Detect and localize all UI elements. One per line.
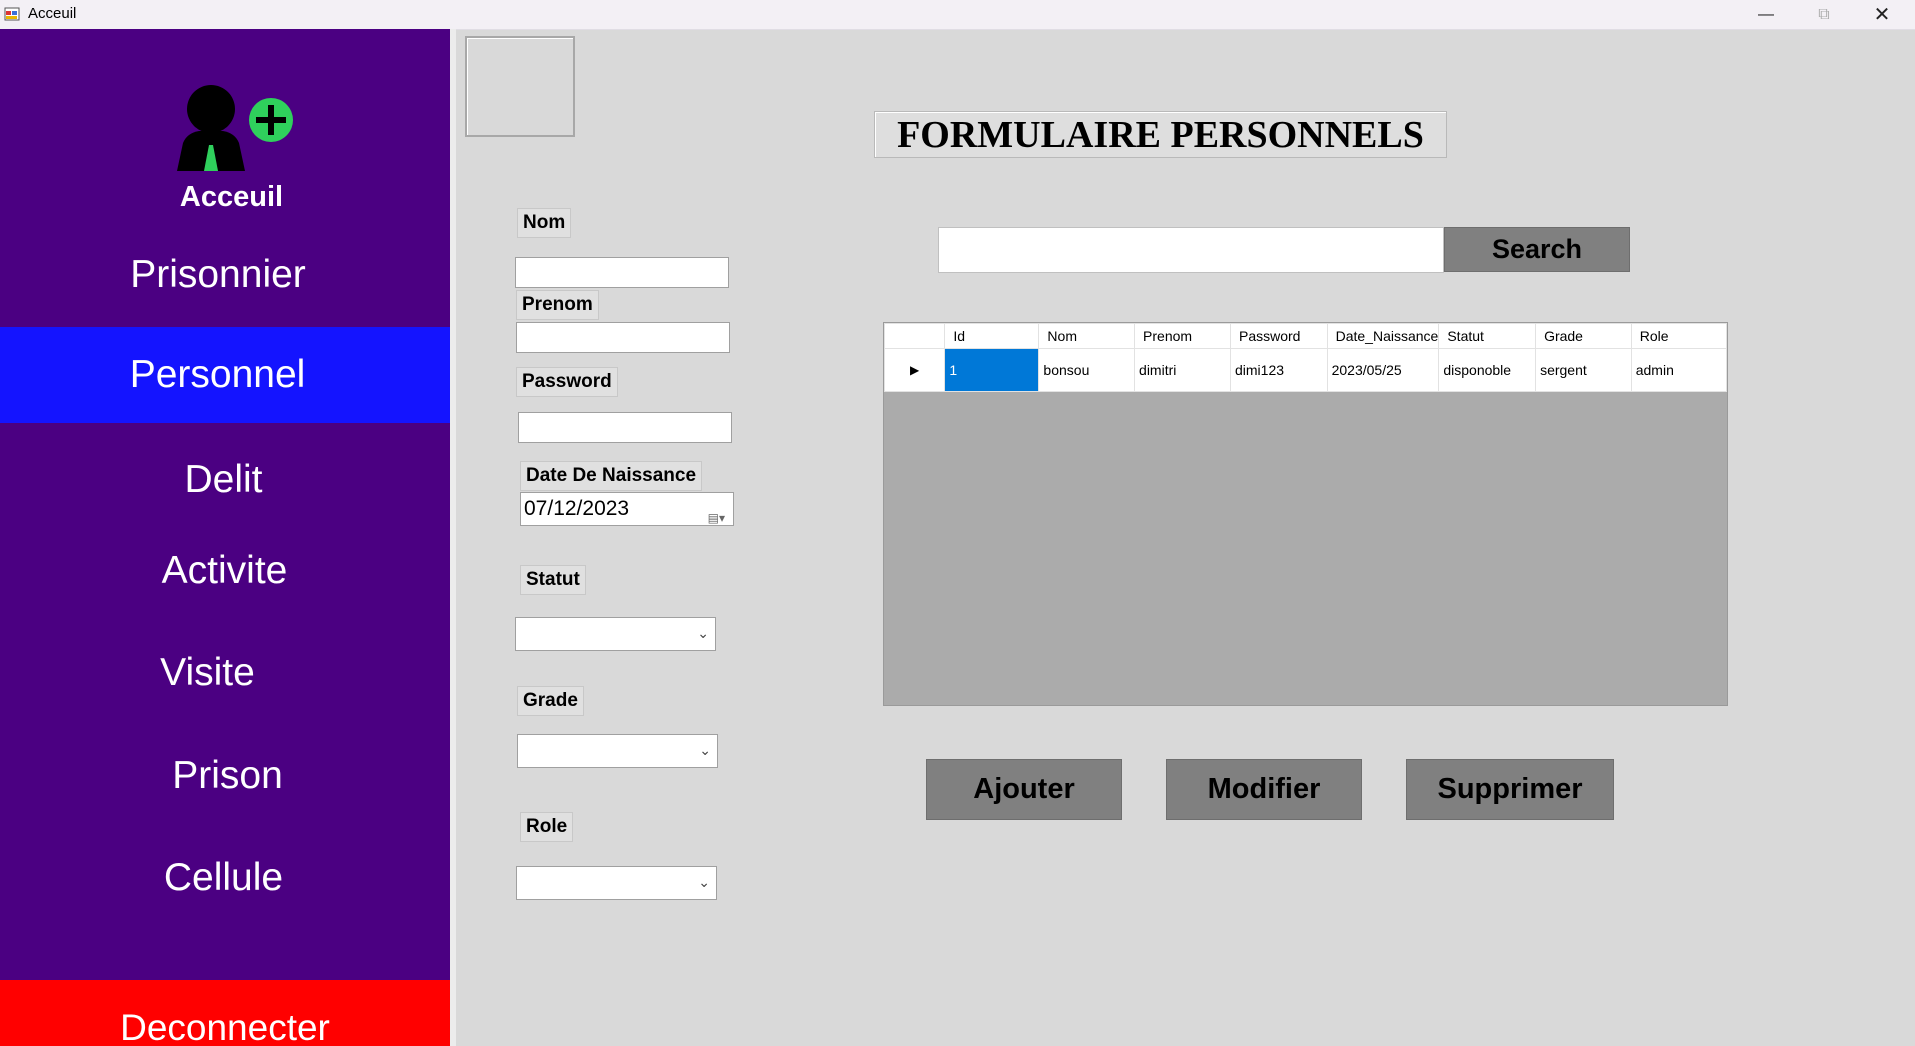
photo-box[interactable]	[465, 36, 575, 137]
table-header-row: Id Nom Prenom Password Date_Naissance St…	[883, 323, 1728, 349]
nom-input[interactable]	[515, 257, 729, 288]
app-icon	[4, 7, 20, 21]
prenom-input[interactable]	[516, 322, 730, 353]
sidebar-item-delit[interactable]: Delit	[0, 454, 447, 506]
logout-button[interactable]: Deconnecter	[0, 980, 450, 1046]
sidebar: Acceuil Prisonnier Personnel Delit Activ…	[0, 29, 456, 1046]
chevron-down-icon: ⌄	[698, 874, 710, 890]
personnel-table: Id Nom Prenom Password Date_Naissance St…	[883, 323, 1728, 392]
maximize-button[interactable]: ⧉	[1795, 0, 1853, 29]
sidebar-item-cellule[interactable]: Cellule	[0, 852, 447, 904]
sidebar-item-prison[interactable]: Prison	[0, 750, 455, 802]
table-cell[interactable]: sergent	[1535, 348, 1632, 392]
grade-select[interactable]: ⌄	[517, 734, 718, 768]
minimize-icon: —	[1758, 5, 1774, 23]
minimize-button[interactable]: —	[1737, 0, 1795, 29]
column-header[interactable]: Prenom	[1134, 323, 1231, 349]
column-header[interactable]: Grade	[1535, 323, 1632, 349]
title-bar: Acceuil — ⧉ ✕	[0, 0, 1915, 30]
personnel-grid[interactable]: Id Nom Prenom Password Date_Naissance St…	[883, 322, 1728, 706]
dob-datepicker[interactable]: 07/12/2023 ▤▾	[520, 492, 734, 526]
delete-button[interactable]: Supprimer	[1406, 759, 1614, 820]
add-user-icon[interactable]	[173, 85, 298, 175]
table-cell[interactable]: disponoble	[1438, 348, 1537, 392]
close-button[interactable]: ✕	[1853, 0, 1911, 29]
password-input[interactable]	[518, 412, 732, 443]
prenom-label: Prenom	[516, 290, 599, 320]
search-input[interactable]	[938, 227, 1444, 273]
table-cell[interactable]: admin	[1630, 348, 1728, 392]
column-header[interactable]: Statut	[1438, 323, 1537, 349]
role-select[interactable]: ⌄	[516, 866, 717, 900]
window-title: Acceuil	[28, 5, 77, 22]
statut-select[interactable]: ⌄	[515, 617, 716, 651]
sidebar-item-visite[interactable]: Visite	[0, 647, 415, 699]
chevron-down-icon: ⌄	[697, 625, 709, 641]
sidebar-item-activite[interactable]: Activite	[0, 545, 449, 597]
page-title: FORMULAIRE PERSONNELS	[874, 111, 1447, 158]
row-header-corner	[883, 323, 946, 349]
close-icon: ✕	[1873, 4, 1891, 26]
column-header[interactable]: Id	[944, 323, 1040, 349]
table-cell[interactable]: dimitri	[1134, 348, 1231, 392]
dob-value: 07/12/2023	[524, 497, 630, 520]
calendar-dropdown-icon[interactable]: ▤▾	[708, 502, 725, 534]
column-header[interactable]: Nom	[1038, 323, 1136, 349]
column-header[interactable]: Password	[1230, 323, 1328, 349]
current-row-arrow-icon: ▶	[910, 363, 920, 377]
chevron-down-icon: ⌄	[699, 742, 711, 758]
search-button[interactable]: Search	[1444, 227, 1630, 272]
password-label: Password	[516, 367, 618, 397]
sidebar-item-prisonnier[interactable]: Prisonnier	[0, 249, 436, 301]
add-button[interactable]: Ajouter	[926, 759, 1122, 820]
table-row[interactable]: ▶ 1 bonsou dimitri dimi123 2023/05/25 di…	[883, 348, 1728, 392]
edit-button[interactable]: Modifier	[1166, 759, 1362, 820]
nom-label: Nom	[517, 208, 572, 238]
dob-label: Date De Naissance	[520, 461, 703, 491]
table-cell[interactable]: dimi123	[1230, 348, 1328, 392]
statut-label: Statut	[520, 565, 586, 595]
table-cell[interactable]: 2023/05/25	[1326, 348, 1440, 392]
sidebar-item-personnel[interactable]: Personnel	[0, 327, 450, 423]
column-header[interactable]: Date_Naissance	[1326, 323, 1440, 349]
table-cell[interactable]: bonsou	[1038, 348, 1136, 392]
column-header[interactable]: Role	[1630, 323, 1728, 349]
role-label: Role	[520, 812, 574, 842]
restore-icon: ⧉	[1818, 5, 1830, 23]
row-selector[interactable]: ▶	[883, 348, 946, 392]
grade-label: Grade	[517, 686, 584, 716]
table-cell[interactable]: 1	[944, 348, 1040, 392]
home-label[interactable]: Acceuil	[0, 181, 463, 214]
